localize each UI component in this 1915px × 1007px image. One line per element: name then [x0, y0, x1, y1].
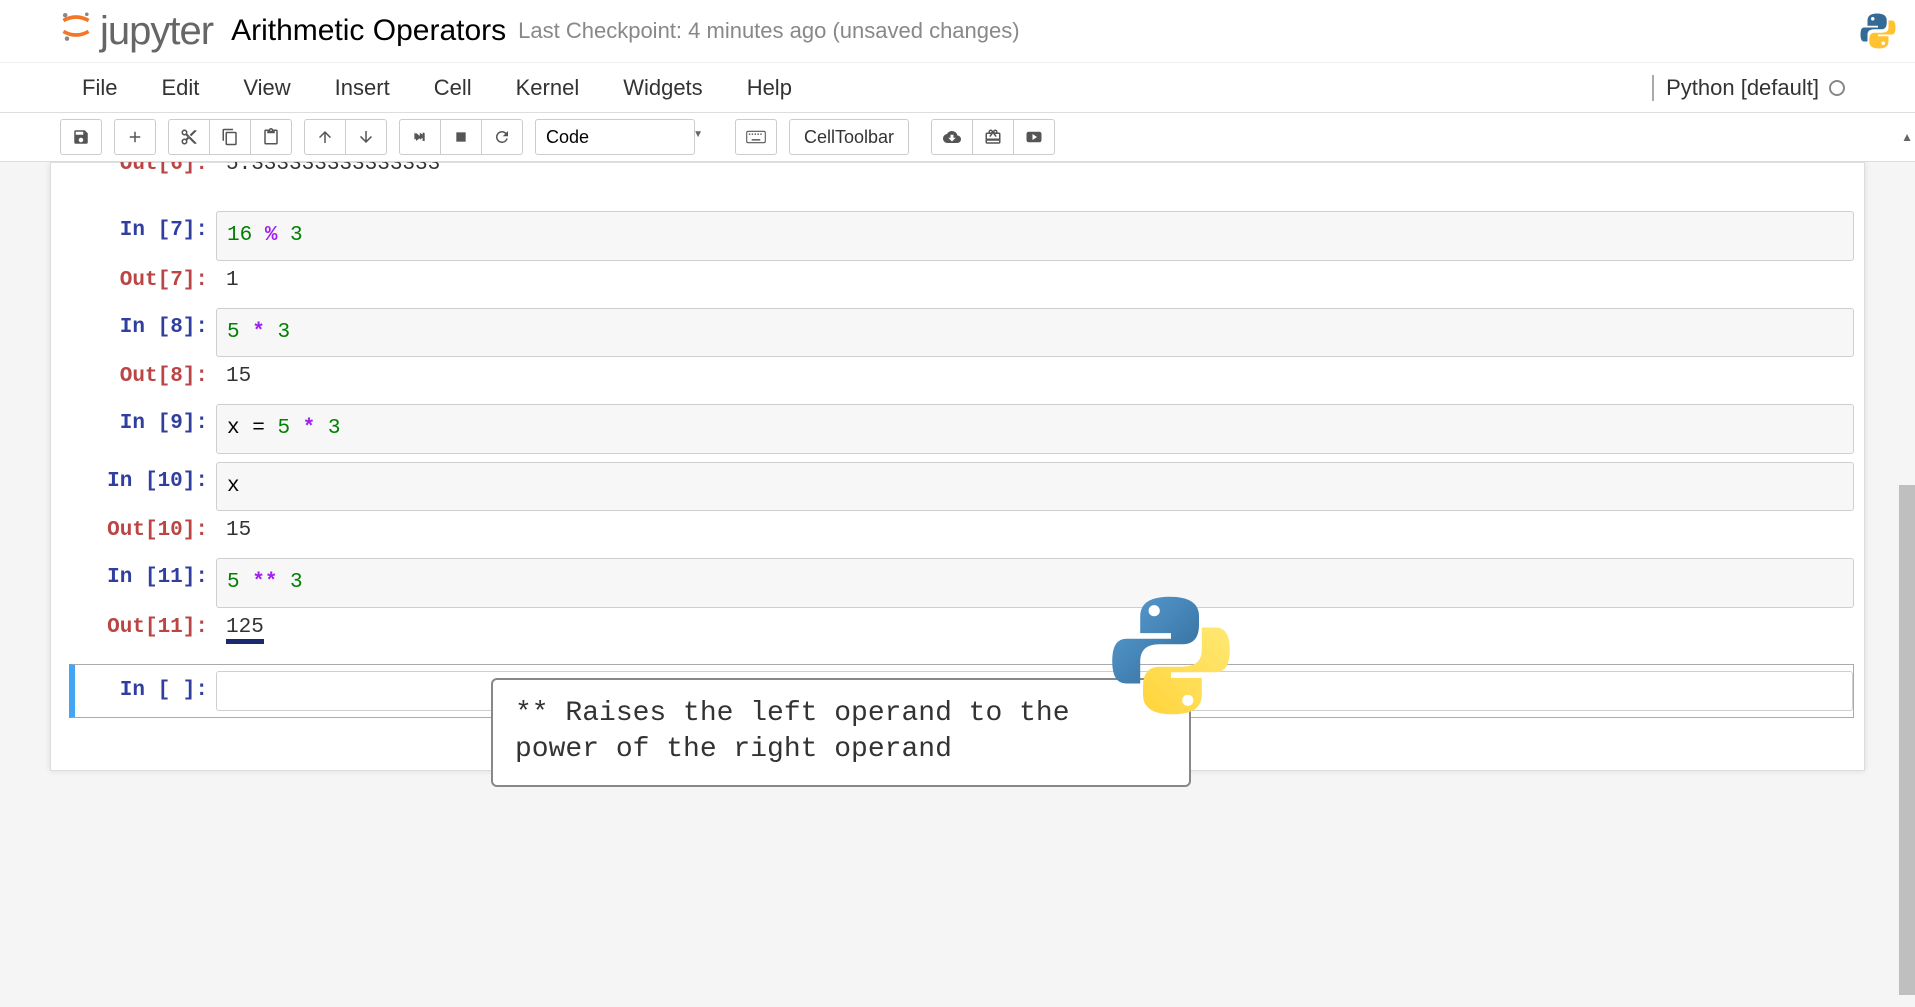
menu-cell[interactable]: Cell	[412, 67, 494, 109]
video-button[interactable]	[1013, 119, 1055, 155]
stop-icon	[454, 130, 468, 144]
cell-10[interactable]: In [10]: x Out[10]: 15	[61, 462, 1854, 551]
cut-icon	[180, 128, 198, 146]
interrupt-button[interactable]	[440, 119, 482, 155]
cell-8[interactable]: In [8]: 5 * 3 Out[8]: 15	[61, 308, 1854, 397]
menu-file[interactable]: File	[70, 67, 139, 109]
copy-icon	[221, 128, 239, 146]
celltoolbar-button[interactable]: CellToolbar	[789, 119, 909, 155]
keyboard-icon	[746, 130, 766, 144]
out7-value: 1	[216, 261, 1854, 300]
out6-value: 5.333333333333333	[216, 162, 1854, 175]
cell-out-6[interactable]: Out[6]: 5.333333333333333	[61, 162, 1854, 175]
in8-code[interactable]: 5 * 3	[216, 308, 1854, 358]
in-empty-prompt: In [ ]:	[75, 671, 216, 710]
celltype-select[interactable]: Code	[535, 119, 695, 155]
kernel-status: Python [default]	[1652, 75, 1845, 101]
save-icon	[72, 128, 90, 146]
scrollbar-thumb[interactable]	[1899, 485, 1915, 995]
notebook-title[interactable]: Arithmetic Operators	[231, 14, 506, 48]
in10-prompt: In [10]:	[61, 462, 216, 501]
out8-value: 15	[216, 357, 1854, 396]
in9-prompt: In [9]:	[61, 404, 216, 443]
out10-value: 15	[216, 511, 1854, 550]
menu-view[interactable]: View	[221, 67, 312, 109]
notebook-header: jupyter Arithmetic Operators Last Checkp…	[0, 0, 1915, 63]
out6-prompt: Out[6]:	[61, 162, 216, 175]
logo-text: jupyter	[100, 9, 213, 54]
cell-11[interactable]: In [11]: 5 ** 3 Out[11]: 125	[61, 558, 1854, 652]
in8-prompt: In [8]:	[61, 308, 216, 347]
scroll-up-arrow-icon[interactable]: ▲	[1901, 130, 1913, 144]
cell-9[interactable]: In [9]: x = 5 * 3	[61, 404, 1854, 454]
arrow-up-icon	[316, 128, 334, 146]
out11-prompt: Out[11]:	[61, 608, 216, 647]
menu-insert[interactable]: Insert	[313, 67, 412, 109]
out10-prompt: Out[10]:	[61, 511, 216, 550]
arrow-down-icon	[357, 128, 375, 146]
in10-code[interactable]: x	[216, 462, 1854, 512]
jupyter-icon	[58, 8, 94, 44]
paste-button[interactable]	[250, 119, 292, 155]
jupyter-logo[interactable]: jupyter	[58, 8, 213, 54]
toolbar: Code CellToolbar	[0, 113, 1915, 162]
plus-icon	[126, 128, 144, 146]
move-down-button[interactable]	[345, 119, 387, 155]
python-logo-overlay	[1101, 583, 1241, 728]
save-button[interactable]	[60, 119, 102, 155]
in7-prompt: In [7]:	[61, 211, 216, 250]
cell-7[interactable]: In [7]: 16 % 3 Out[7]: 1	[61, 211, 1854, 300]
tooltip-box: ** Raises the left operand to the power …	[491, 678, 1191, 787]
menu-edit[interactable]: Edit	[139, 67, 221, 109]
in11-prompt: In [11]:	[61, 558, 216, 597]
out11-value: 125	[216, 608, 1854, 652]
gift-button[interactable]	[972, 119, 1014, 155]
kernel-idle-icon[interactable]	[1829, 80, 1845, 96]
move-up-button[interactable]	[304, 119, 346, 155]
kernel-name: Python [default]	[1666, 75, 1819, 101]
restart-button[interactable]	[481, 119, 523, 155]
out8-prompt: Out[8]:	[61, 357, 216, 396]
cut-button[interactable]	[168, 119, 210, 155]
notebook-container: Out[6]: 5.333333333333333 In [7]: 16 % 3…	[50, 162, 1865, 771]
menu-kernel[interactable]: Kernel	[494, 67, 602, 109]
out7-prompt: Out[7]:	[61, 261, 216, 300]
command-palette-button[interactable]	[735, 119, 777, 155]
gift-icon	[984, 128, 1002, 146]
python-logo-icon[interactable]	[1857, 10, 1899, 52]
in9-code[interactable]: x = 5 * 3	[216, 404, 1854, 454]
step-forward-icon	[412, 129, 428, 145]
add-cell-button[interactable]	[114, 119, 156, 155]
in11-code[interactable]: 5 ** 3	[216, 558, 1854, 608]
paste-icon	[262, 128, 280, 146]
cloud-download-button[interactable]	[931, 119, 973, 155]
menu-widgets[interactable]: Widgets	[601, 67, 724, 109]
cloud-download-icon	[943, 128, 961, 146]
youtube-icon	[1025, 128, 1043, 146]
copy-button[interactable]	[209, 119, 251, 155]
refresh-icon	[493, 128, 511, 146]
checkpoint-text: Last Checkpoint: 4 minutes ago (unsaved …	[518, 18, 1019, 44]
menu-help[interactable]: Help	[725, 67, 814, 109]
notebook-scroll[interactable]: Out[6]: 5.333333333333333 In [7]: 16 % 3…	[0, 162, 1915, 1007]
run-button[interactable]	[399, 119, 441, 155]
in7-code[interactable]: 16 % 3	[216, 211, 1854, 261]
menu-bar: File Edit View Insert Cell Kernel Widget…	[0, 63, 1915, 113]
